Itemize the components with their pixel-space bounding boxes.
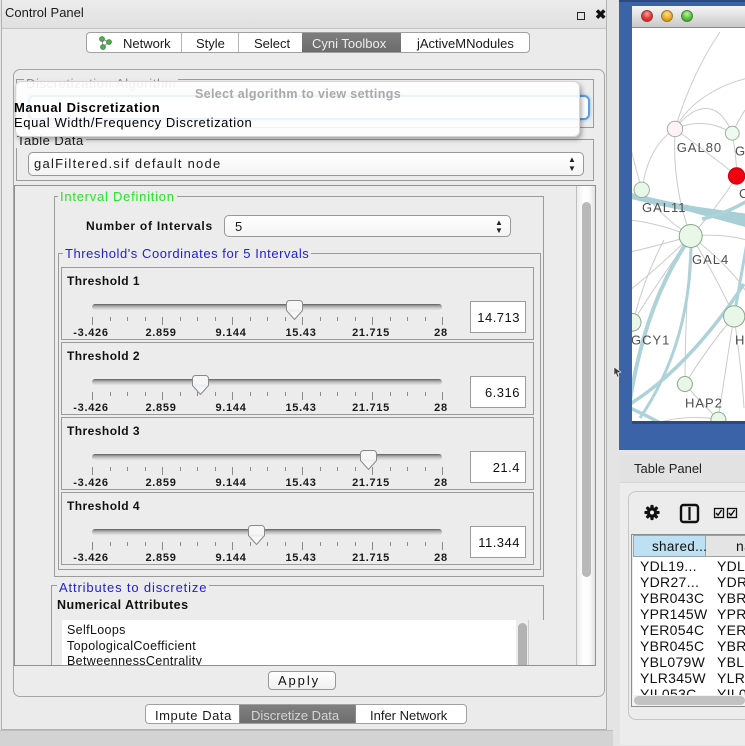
svg-text:HAP2: HAP2 — [685, 396, 723, 411]
svg-text:C: C — [739, 186, 745, 201]
svg-text:GAL80: GAL80 — [677, 140, 722, 155]
svg-text:H: H — [735, 333, 745, 348]
svg-text:GA: GA — [735, 144, 745, 159]
svg-text:GAL4: GAL4 — [692, 252, 729, 267]
svg-text:GCY1: GCY1 — [632, 333, 670, 348]
svg-text:GAL11: GAL11 — [642, 200, 687, 215]
